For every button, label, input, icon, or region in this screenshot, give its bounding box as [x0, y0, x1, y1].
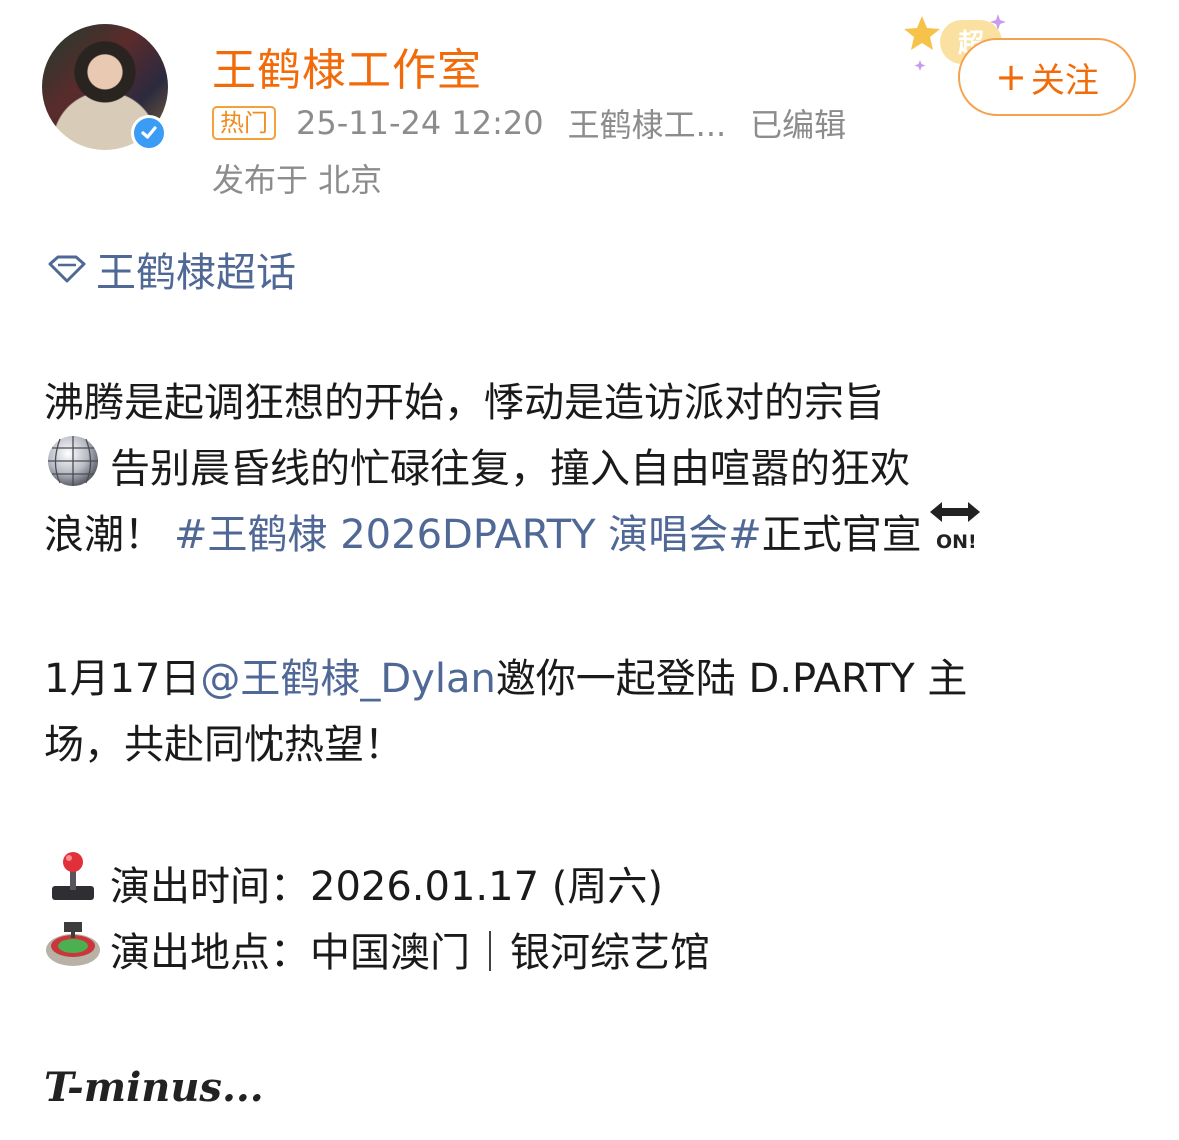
stadium-icon	[44, 914, 102, 992]
event-details: 演出时间：2026.01.17 (周六) 演出地点：中国澳门｜银河综艺馆	[44, 852, 1144, 986]
post-body-paragraph-2: 1月17日 @王鹤棣_Dylan 邀你一起登陆 D.PARTY 主 场，共赴同忱…	[44, 646, 1144, 778]
post-timestamp: 25-11-24 12:20	[296, 104, 544, 142]
mention-link[interactable]: @王鹤棣_Dylan	[200, 646, 495, 712]
body-line: 告别晨昏线的忙碌往复，撞入自由喧嚣的狂欢	[110, 446, 910, 492]
event-venue: 演出地点：中国澳门｜银河综艺馆	[110, 930, 710, 976]
body-line: 沸腾是起调狂想的开始，悸动是造访派对的宗旨	[44, 380, 884, 426]
hashtag-link[interactable]: #王鹤棣 2026DPARTY 演唱会#	[174, 502, 762, 568]
on-emoji-text: ON!	[936, 531, 977, 552]
body-line: 1月17日	[44, 656, 201, 702]
edited-label[interactable]: 已编辑	[750, 100, 846, 146]
follow-button[interactable]: + 关注	[958, 38, 1136, 116]
hot-badge: 热门	[212, 106, 276, 140]
body-line: 正式官宣	[761, 512, 922, 558]
post-source[interactable]: 王鹤棣工...	[568, 100, 727, 146]
verified-badge-icon	[131, 115, 167, 151]
body-line: 邀你一起登陆 D.PARTY 主	[495, 656, 968, 702]
author-name[interactable]: 王鹤棣工作室	[212, 34, 482, 98]
post-body-paragraph-1: 沸腾是起调狂想的开始，悸动是造访派对的宗旨 告别晨昏线的忙碌往复，撞入自由喧嚣的…	[44, 370, 1144, 568]
super-topic-diamond-icon	[48, 255, 86, 283]
follow-label: 关注	[1030, 60, 1099, 101]
event-time: 演出时间：2026.01.17 (周六)	[110, 864, 663, 910]
post-meta: 热门 25-11-24 12:20 王鹤棣工... 已编辑	[212, 102, 846, 144]
mirror-ball-icon	[44, 430, 102, 508]
body-line: 浪潮！	[44, 512, 164, 558]
post-location: 发布于 北京	[212, 161, 383, 199]
super-topic-label: 王鹤棣超话	[96, 250, 296, 296]
plus-icon: +	[995, 55, 1027, 99]
super-topic-link[interactable]: 王鹤棣超话	[46, 240, 296, 298]
body-line: 场，共赴同忱热望！	[44, 722, 404, 768]
tminus-text: T-minus...	[44, 1064, 264, 1111]
on-arrow-icon: ON!	[926, 498, 984, 572]
